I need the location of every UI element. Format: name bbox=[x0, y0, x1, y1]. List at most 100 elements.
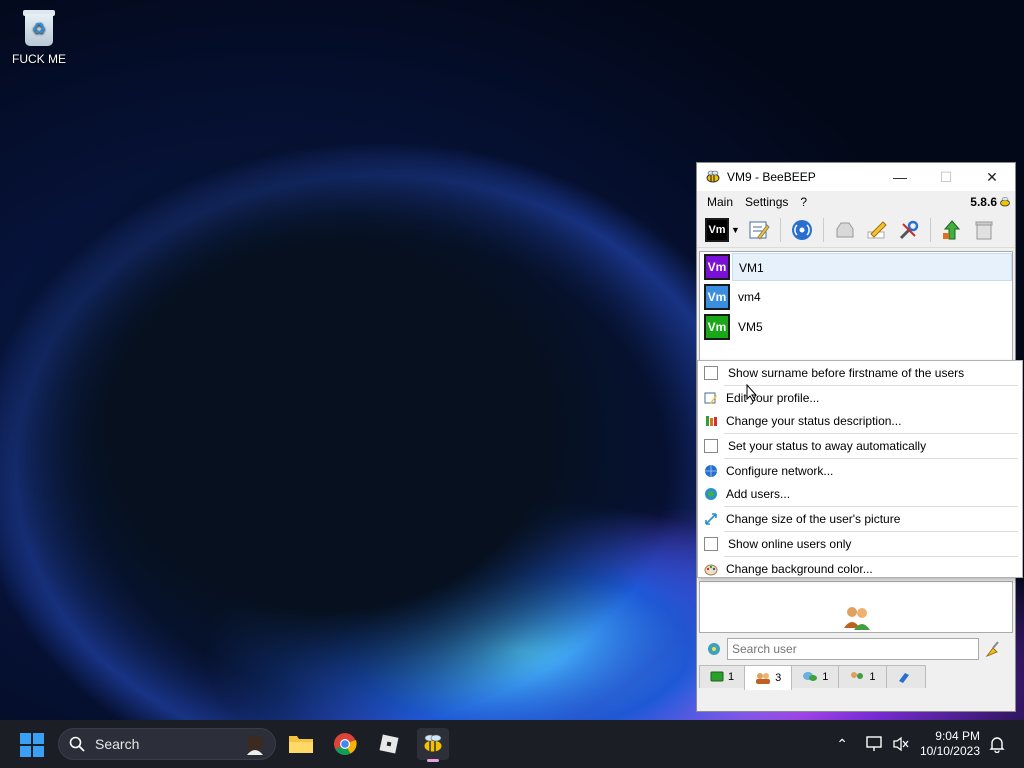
my-status-badge[interactable]: Vm bbox=[705, 218, 729, 242]
user-row[interactable]: Vm VM1 bbox=[700, 252, 1012, 282]
edit-profile-tool[interactable] bbox=[746, 217, 772, 243]
clear-tool[interactable] bbox=[971, 217, 997, 243]
clock-time: 9:04 PM bbox=[935, 729, 980, 743]
status-strip bbox=[697, 691, 1015, 711]
users-group-icon bbox=[844, 607, 870, 630]
upload-arrow-icon bbox=[942, 220, 961, 240]
status-dropdown-icon[interactable]: ▼ bbox=[731, 225, 740, 235]
send-file-tool[interactable] bbox=[832, 217, 858, 243]
user-avatar: Vm bbox=[704, 254, 730, 280]
menu-item-label: Show surname before firstname of the use… bbox=[728, 365, 965, 380]
write-message-tool[interactable] bbox=[864, 217, 890, 243]
user-list: Vm VM1 Vm vm4 Vm VM5 bbox=[699, 251, 1013, 361]
chrome-taskbar-button[interactable] bbox=[329, 728, 361, 760]
tools-icon bbox=[899, 220, 919, 240]
contacts-icon bbox=[851, 672, 864, 679]
beebeep-taskbar-button[interactable] bbox=[417, 728, 449, 762]
menu-item-away-auto[interactable]: Set your status to away automatically bbox=[698, 434, 1022, 457]
menu-settings[interactable]: Settings bbox=[739, 195, 794, 209]
globe-icon bbox=[704, 464, 718, 478]
search-row bbox=[699, 637, 1013, 661]
recycle-bin-icon: ♻ bbox=[22, 8, 56, 48]
search-highlight-icon bbox=[247, 735, 263, 755]
menu-item-label: Set your status to away automatically bbox=[728, 438, 927, 453]
title-bar[interactable]: VM9 - BeeBEEP — ☐ ✕ bbox=[697, 163, 1015, 191]
search-icon bbox=[69, 736, 85, 752]
toolbar-separator bbox=[822, 218, 824, 242]
windows-logo-icon bbox=[20, 733, 31, 744]
menu-item-label: Change background color... bbox=[726, 561, 873, 576]
chat-icon bbox=[710, 671, 724, 682]
menu-item-label: Change your status description... bbox=[726, 413, 902, 428]
roblox-taskbar-button[interactable] bbox=[373, 728, 405, 760]
menu-item-label: Show online users only bbox=[728, 536, 852, 551]
file-explorer-taskbar-button[interactable] bbox=[285, 728, 317, 760]
edit-profile-icon bbox=[704, 391, 718, 405]
status-description-icon bbox=[704, 414, 718, 428]
maximize-button[interactable]: ☐ bbox=[923, 163, 969, 191]
start-button[interactable] bbox=[20, 733, 44, 757]
menu-item-picture-size[interactable]: Change size of the user's picture bbox=[698, 507, 1022, 530]
tab-count: 1 bbox=[869, 671, 876, 683]
show-hidden-icons-chevron-icon[interactable]: ⌃ bbox=[836, 736, 848, 753]
menu-item-configure-network[interactable]: Configure network... bbox=[698, 459, 1022, 482]
menu-bar: Main Settings ? 5.8.6 bbox=[697, 191, 1015, 213]
tab-groups[interactable]: 1 bbox=[791, 665, 840, 688]
group-chat-icon bbox=[803, 672, 818, 681]
minimize-button[interactable]: — bbox=[877, 163, 923, 191]
taskbar-search[interactable]: Search bbox=[58, 728, 276, 760]
user-row[interactable]: Vm VM5 bbox=[700, 312, 1012, 342]
share-tool[interactable] bbox=[939, 217, 965, 243]
menu-item-status-description[interactable]: Change your status description... bbox=[698, 409, 1022, 432]
users-icon bbox=[756, 673, 771, 684]
recycle-bin-shortcut[interactable]: ♻ FUCK ME bbox=[10, 8, 68, 66]
trash-icon bbox=[975, 221, 993, 240]
clear-search-icon[interactable] bbox=[983, 640, 1001, 658]
clock[interactable]: 9:04 PM 10/10/2023 bbox=[920, 729, 980, 759]
search-user-input[interactable] bbox=[727, 638, 979, 660]
pencil-icon bbox=[867, 221, 887, 239]
toolbar-separator bbox=[929, 218, 931, 242]
folder-icon bbox=[289, 736, 313, 753]
resize-icon bbox=[704, 512, 718, 526]
menu-main[interactable]: Main bbox=[701, 195, 739, 209]
menu-item-background-color[interactable]: Change background color... bbox=[698, 557, 1022, 580]
file-share-icon bbox=[898, 673, 909, 683]
mouse-cursor-icon bbox=[746, 384, 758, 402]
network-icon[interactable] bbox=[866, 736, 884, 752]
bee-small-icon bbox=[1000, 197, 1010, 207]
volume-muted-icon[interactable] bbox=[892, 736, 910, 752]
search-label: Search bbox=[95, 736, 140, 752]
menu-help[interactable]: ? bbox=[794, 195, 813, 209]
user-name: VM5 bbox=[738, 320, 763, 334]
version-label: 5.8.6 bbox=[970, 195, 1015, 209]
user-row[interactable]: Vm vm4 bbox=[700, 282, 1012, 312]
tab-users[interactable]: 3 bbox=[744, 665, 793, 690]
tab-chats[interactable]: 1 bbox=[699, 665, 746, 688]
tab-files[interactable] bbox=[885, 665, 926, 688]
checkbox[interactable] bbox=[704, 365, 718, 380]
roblox-icon bbox=[379, 734, 399, 754]
user-avatar: Vm bbox=[704, 284, 730, 310]
menu-item-label: Change size of the user's picture bbox=[726, 511, 901, 526]
main-toolbar: Vm ▼ bbox=[697, 213, 1015, 248]
checkbox[interactable] bbox=[704, 536, 718, 551]
network-tool[interactable] bbox=[789, 217, 815, 243]
window-title: VM9 - BeeBEEP bbox=[727, 170, 816, 184]
tools-tool[interactable] bbox=[896, 217, 922, 243]
menu-item-label: Add users... bbox=[726, 486, 791, 501]
broadcast-icon bbox=[791, 220, 812, 240]
menu-item-online-only[interactable]: Show online users only bbox=[698, 532, 1022, 555]
edit-profile-icon bbox=[749, 221, 770, 240]
user-name: vm4 bbox=[738, 290, 761, 304]
recycle-bin-label: FUCK ME bbox=[12, 52, 66, 66]
menu-item-show-surname[interactable]: Show surname before firstname of the use… bbox=[698, 361, 1022, 384]
add-users-icon bbox=[704, 487, 718, 501]
checkbox[interactable] bbox=[704, 438, 718, 453]
close-button[interactable]: ✕ bbox=[969, 163, 1015, 191]
search-network-icon bbox=[708, 643, 720, 655]
version-text: 5.8.6 bbox=[970, 195, 997, 209]
notification-bell-icon[interactable] bbox=[988, 735, 1006, 753]
menu-item-add-users[interactable]: Add users... bbox=[698, 482, 1022, 505]
tab-contacts[interactable]: 1 bbox=[838, 665, 887, 688]
